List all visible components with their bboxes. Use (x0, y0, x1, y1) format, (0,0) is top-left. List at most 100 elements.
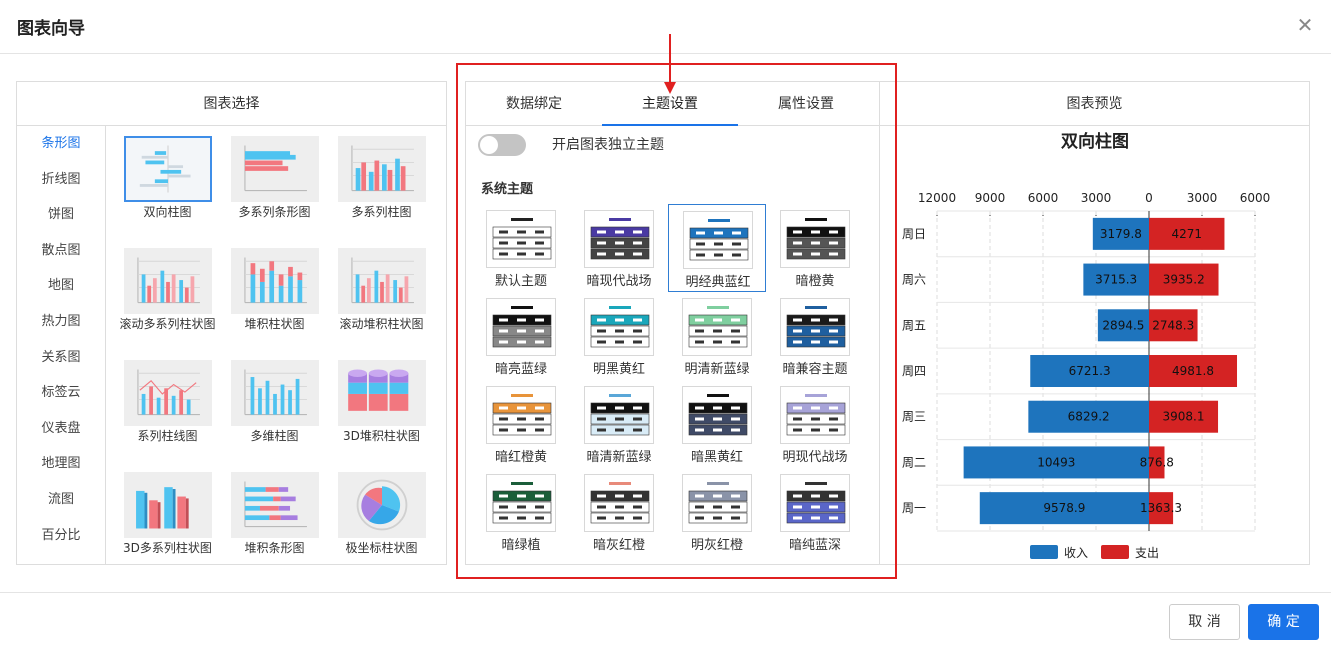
category-item[interactable]: 地图 (17, 268, 105, 304)
income-value-label: 6721.3 (1069, 364, 1111, 378)
x-tick-label: 6000 (1028, 191, 1059, 205)
category-item[interactable]: 地理图 (17, 446, 105, 482)
theme-label: 明黑黄红 (592, 362, 645, 377)
chart-type-label: 滚动堆积柱状图 (339, 317, 424, 331)
theme-label: 暗绿植 (501, 538, 541, 553)
theme-option[interactable]: 明灰红橙 (668, 468, 766, 556)
cancel-button[interactable]: 取 消 (1169, 604, 1240, 640)
settings-tab[interactable]: 属性设置 (738, 82, 874, 126)
theme-option[interactable]: 暗黑黄红 (668, 380, 766, 468)
category-item[interactable]: 折线图 (17, 162, 105, 198)
theme-option[interactable]: 暗绿植 (472, 468, 570, 556)
theme-option[interactable]: 暗橙黄 (766, 204, 864, 292)
theme-preview-icon (584, 474, 654, 532)
chart-type-option[interactable]: 滚动多系列柱状图 (115, 248, 220, 332)
theme-preview-icon (682, 386, 752, 444)
category-item[interactable]: 热力图 (17, 304, 105, 340)
chart-type-option[interactable]: 多系列柱图 (329, 136, 434, 220)
y-category-label: 周二 (902, 455, 926, 469)
category-item[interactable]: 条形图 (17, 126, 105, 162)
theme-label: 暗亮蓝绿 (494, 362, 547, 377)
theme-option[interactable]: 暗兼容主题 (766, 292, 864, 380)
chart-type-option[interactable]: 系列柱线图 (115, 360, 220, 444)
theme-preview-icon (780, 210, 850, 268)
x-tick-label: 9000 (975, 191, 1006, 205)
theme-preview-icon (486, 298, 556, 356)
theme-label: 默认主题 (494, 274, 547, 289)
category-item[interactable]: 散点图 (17, 233, 105, 269)
theme-option[interactable]: 明黑黄红 (570, 292, 668, 380)
independent-theme-toggle[interactable] (478, 134, 526, 156)
theme-label: 暗兼容主题 (782, 362, 848, 377)
theme-option[interactable]: 明现代战场 (766, 380, 864, 468)
theme-option[interactable]: 明清新蓝绿 (668, 292, 766, 380)
chart-type-label: 多系列柱图 (351, 205, 412, 219)
footer-divider (0, 592, 1331, 593)
confirm-button[interactable]: 确 定 (1248, 604, 1319, 640)
chart-type-option[interactable]: 多系列条形图 (222, 136, 327, 220)
legend-income-label: 收入 (1064, 546, 1088, 560)
chart-type-label: 系列柱线图 (137, 429, 198, 443)
theme-preview-icon (584, 386, 654, 444)
chart-type-label: 极坐标柱状图 (345, 541, 418, 555)
category-item[interactable]: 标签云 (17, 375, 105, 411)
legend-expense-swatch (1101, 545, 1129, 559)
theme-option[interactable]: 暗清新蓝绿 (570, 380, 668, 468)
y-category-label: 周四 (902, 364, 926, 378)
theme-label: 暗清新蓝绿 (586, 450, 652, 465)
category-item[interactable]: 饼图 (17, 197, 105, 233)
expense-value-label: 1363.3 (1140, 501, 1182, 515)
theme-preview-icon (780, 474, 850, 532)
theme-preview-icon (683, 211, 753, 269)
income-value-label: 9578.9 (1043, 501, 1085, 515)
category-item[interactable]: 关系图 (17, 340, 105, 376)
x-tick-label: 3000 (1081, 191, 1112, 205)
chart-type-option[interactable]: 极坐标柱状图 (329, 472, 434, 556)
chart-type-option[interactable]: 3D堆积柱状图 (329, 360, 434, 444)
category-item[interactable]: 流图 (17, 482, 105, 518)
chart-type-option[interactable]: 双向柱图 (115, 136, 220, 220)
3d-multi-column-icon (123, 472, 212, 538)
chart-type-label: 3D多系列柱状图 (123, 541, 212, 555)
theme-label: 暗纯蓝深 (788, 538, 841, 553)
dialog-title: 图表向导 (17, 19, 85, 39)
y-category-label: 周一 (902, 501, 926, 515)
expense-value-label: 4271 (1171, 227, 1202, 241)
theme-label: 明清新蓝绿 (684, 362, 750, 377)
theme-option[interactable]: 暗红橙黄 (472, 380, 570, 468)
settings-tab[interactable]: 主题设置 (602, 82, 738, 126)
chart-type-option[interactable]: 堆积柱状图 (222, 248, 327, 332)
chart-type-label: 双向柱图 (143, 205, 192, 219)
chart-preview-title: 图表预览 (880, 82, 1309, 126)
category-item[interactable]: 仪表盘 (17, 411, 105, 447)
theme-option[interactable]: 暗纯蓝深 (766, 468, 864, 556)
theme-preview-icon (486, 474, 556, 532)
theme-preview-icon (486, 210, 556, 268)
theme-grid: 默认主题 暗现代战场 明经典蓝红 暗橙黄 暗亮蓝绿 明黑黄红 明清新蓝绿 暗兼容主题 暗红橙黄暗… (466, 204, 881, 566)
y-category-label: 周日 (902, 227, 926, 241)
category-item[interactable]: 百分比 (17, 518, 105, 554)
theme-preview-icon (780, 386, 850, 444)
scroll-stacked-column-icon (337, 248, 426, 314)
close-icon[interactable]: ✕ (1294, 14, 1316, 36)
settings-panel: 数据绑定 主题设置 属性设置 开启图表独立主题 系统主题 默认主题 暗现代战场 明经典蓝… (465, 81, 880, 565)
legend-expense-label: 支出 (1135, 546, 1159, 560)
income-value-label: 3715.3 (1095, 273, 1137, 287)
chart-type-option[interactable]: 堆积条形图 (222, 472, 327, 556)
theme-option[interactable]: 默认主题 (472, 204, 570, 292)
bidirectional-bar-icon (123, 136, 212, 202)
stacked-column-icon (230, 248, 319, 314)
chart-type-option[interactable]: 滚动堆积柱状图 (329, 248, 434, 332)
theme-option[interactable]: 暗亮蓝绿 (472, 292, 570, 380)
theme-option[interactable]: 暗现代战场 (570, 204, 668, 292)
x-tick-label: 3000 (1187, 191, 1218, 205)
theme-option[interactable]: 暗灰红橙 (570, 468, 668, 556)
chart-type-option[interactable]: 多维柱图 (222, 360, 327, 444)
income-value-label: 2894.5 (1102, 318, 1144, 332)
chart-select-title: 图表选择 (17, 82, 446, 126)
theme-option[interactable]: 明经典蓝红 (668, 204, 766, 292)
scroll-multi-column-icon (123, 248, 212, 314)
bidirectional-bar-chart: 双向柱图 12000 9000 6000 3000 0 3000 6000 周日 3179.8 42… (902, 131, 1270, 560)
settings-tab[interactable]: 数据绑定 (466, 82, 602, 126)
chart-type-option[interactable]: 3D多系列柱状图 (115, 472, 220, 556)
